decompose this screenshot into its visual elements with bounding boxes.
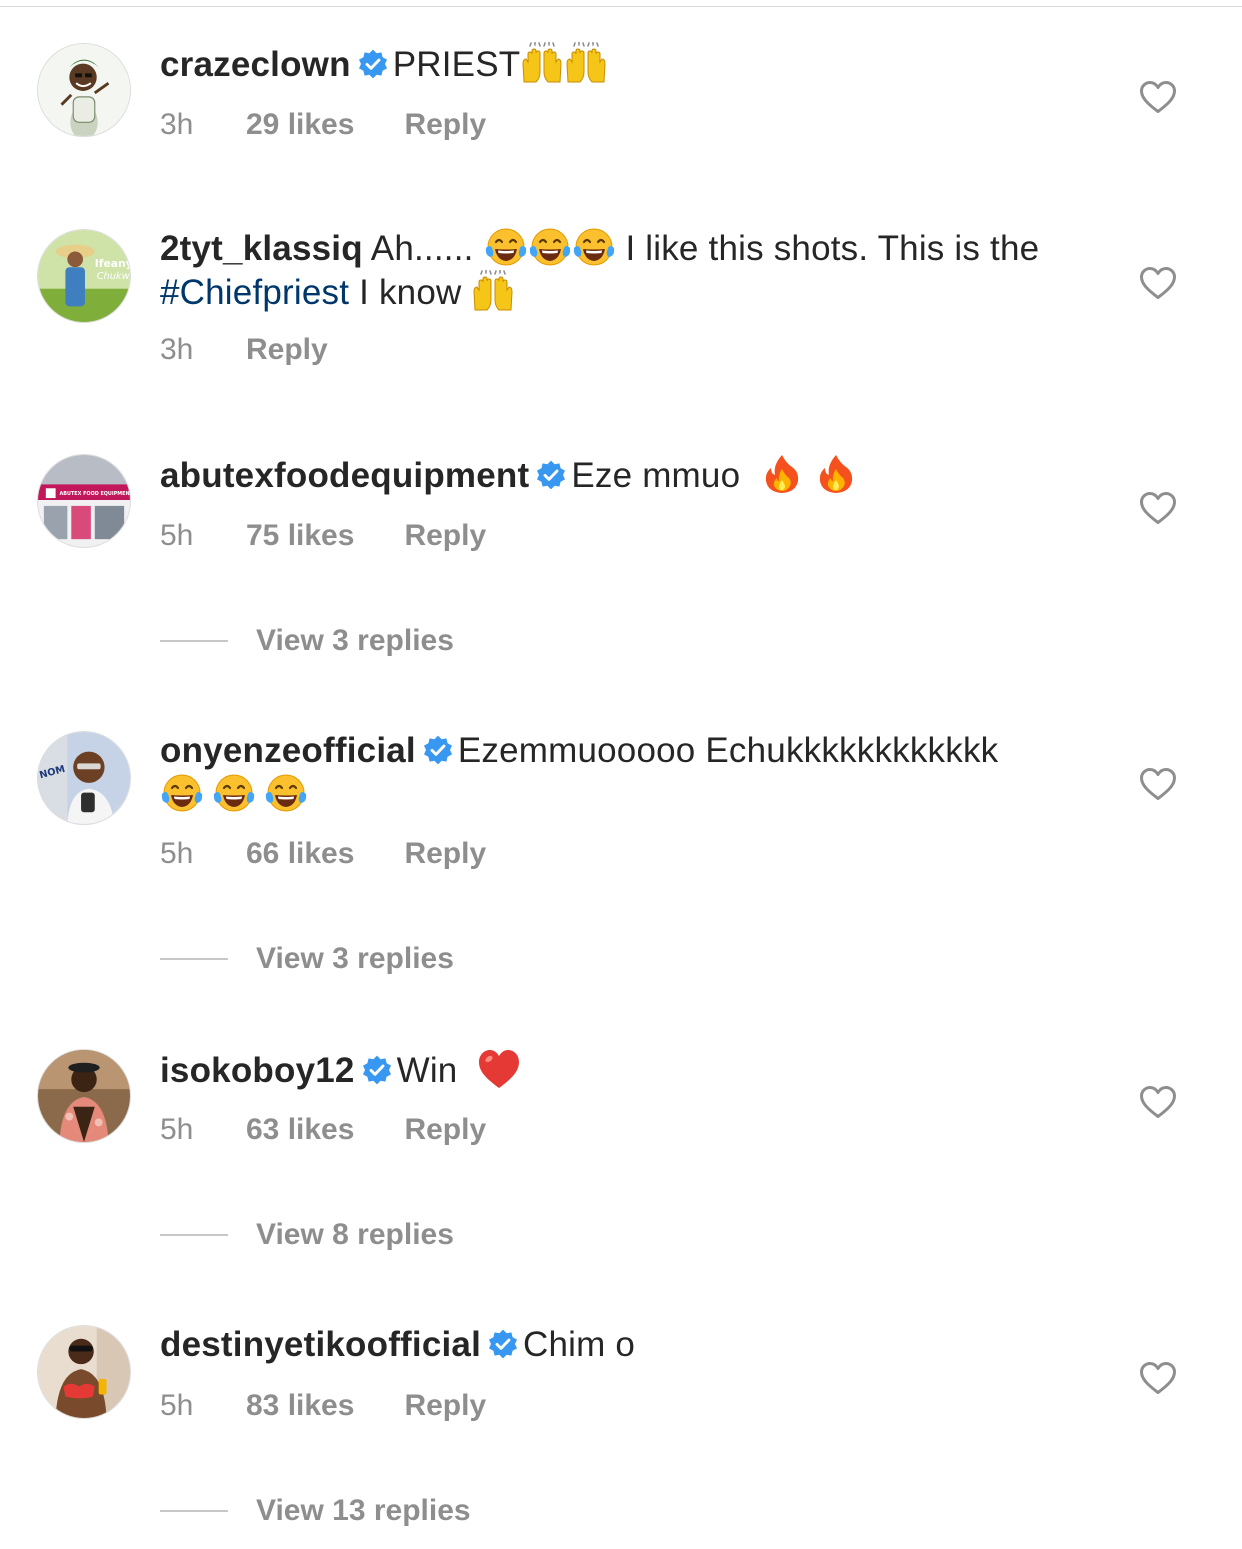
avatar[interactable] [37,1049,131,1143]
verified-badge-icon [361,1054,393,1086]
comment-time: 3h [160,333,194,366]
likes-count[interactable]: 75 likes [246,518,354,554]
fire-emoji-icon [814,453,858,495]
view-replies-button[interactable]: View 8 replies [160,1217,454,1253]
raising-hands-emoji-icon [471,270,515,312]
comment-body: Win [396,1051,458,1090]
svg-text:Chukwu: Chukwu [97,271,130,282]
avatar[interactable]: NOM [37,731,131,825]
comment-meta: 5h 66 likes Reply [160,836,486,872]
top-divider [0,6,1242,7]
red-heart-emoji-icon [477,1048,521,1090]
comment-text: 2tyt_klassiq Ah...... I like this shots.… [160,226,1080,314]
avatar[interactable] [37,43,131,137]
username[interactable]: isokoboy12 [160,1051,355,1090]
username[interactable]: crazeclown [160,45,351,84]
verified-badge-icon [357,48,389,80]
like-heart-icon[interactable] [1139,767,1177,801]
verified-badge-icon [422,734,454,766]
raising-hands-emoji-icon [520,42,564,84]
hashtag-link[interactable]: #Chiefpriest [160,273,349,312]
comment-text: abutexfoodequipment Eze mmuo [160,453,1080,497]
reply-button[interactable]: Reply [404,518,486,554]
comment-body: Ezemmuooooo Echukkkkkkkkkkkk [457,731,999,770]
tears-of-joy-emoji-icon [528,226,572,268]
replies-divider-line [160,1510,228,1512]
view-replies-label[interactable]: View 8 replies [256,1218,454,1251]
like-heart-icon[interactable] [1139,1085,1177,1119]
view-replies-label[interactable]: View 3 replies [256,624,454,657]
tears-of-joy-emoji-icon [160,772,204,814]
comment-body-part2: I like this shots. This is the [625,229,1040,268]
avatar[interactable] [37,1325,131,1419]
comment-body: Chim o [523,1325,636,1364]
username[interactable]: destinyetikoofficial [160,1325,481,1364]
comment-time: 3h [160,108,194,141]
comment-time: 5h [160,519,194,552]
reply-button[interactable]: Reply [246,332,328,368]
comment-text: onyenzeofficial Ezemmuooooo Echukkkkkkkkk… [160,730,1080,816]
fire-emoji-icon [760,453,804,495]
like-heart-icon[interactable] [1139,491,1177,525]
likes-count[interactable]: 29 likes [246,107,354,143]
comment-body: PRIEST [392,45,521,84]
reply-button[interactable]: Reply [404,836,486,872]
likes-count[interactable]: 66 likes [246,836,354,872]
likes-count[interactable]: 83 likes [246,1388,354,1424]
comment-meta: 5h 75 likes Reply [160,518,486,554]
comment-meta: 5h 83 likes Reply [160,1388,486,1424]
avatar[interactable]: Chukwu Ifeanyi [37,229,131,323]
svg-text:ABUTEX FOOD EQUIPMENT: ABUTEX FOOD EQUIPMENT [60,491,130,497]
verified-badge-icon [535,459,567,491]
replies-divider-line [160,1234,228,1236]
username[interactable]: 2tyt_klassiq [160,229,363,268]
comment-time: 5h [160,1113,194,1146]
comment-meta: 3h Reply [160,332,328,368]
tears-of-joy-emoji-icon [212,772,256,814]
comment-time: 5h [160,1389,194,1422]
comment-meta: 5h 63 likes Reply [160,1112,486,1148]
comment-time: 5h [160,837,194,870]
reply-button[interactable]: Reply [404,1112,486,1148]
view-replies-label[interactable]: View 13 replies [256,1494,471,1527]
comment-text: isokoboy12 Win [160,1048,1080,1092]
tears-of-joy-emoji-icon [264,772,308,814]
view-replies-button[interactable]: View 13 replies [160,1493,471,1529]
like-heart-icon[interactable] [1139,1361,1177,1395]
svg-text:Ifeanyi: Ifeanyi [95,257,130,270]
username[interactable]: abutexfoodequipment [160,456,529,495]
username[interactable]: onyenzeofficial [160,731,416,770]
tears-of-joy-emoji-icon [484,226,528,268]
comment-meta: 3h 29 likes Reply [160,107,486,143]
verified-badge-icon [487,1328,519,1360]
reply-button[interactable]: Reply [404,1388,486,1424]
comment-body: Eze mmuo [571,456,741,495]
likes-count[interactable]: 63 likes [246,1112,354,1148]
comment-body-part1: Ah...... [370,229,474,268]
raising-hands-emoji-icon [564,42,608,84]
comment-body-part3: I know [359,273,462,312]
view-replies-button[interactable]: View 3 replies [160,623,454,659]
comment-text: destinyetikoofficial Chim o [160,1324,1080,1366]
view-replies-button[interactable]: View 3 replies [160,941,454,977]
replies-divider-line [160,640,228,642]
avatar[interactable]: ABUTEX FOOD EQUIPMENT [37,454,131,548]
reply-button[interactable]: Reply [404,107,486,143]
like-heart-icon[interactable] [1139,266,1177,300]
replies-divider-line [160,958,228,960]
view-replies-label[interactable]: View 3 replies [256,942,454,975]
tears-of-joy-emoji-icon [572,226,616,268]
like-heart-icon[interactable] [1139,80,1177,114]
comment-text: crazeclown PRIEST [160,42,1080,86]
